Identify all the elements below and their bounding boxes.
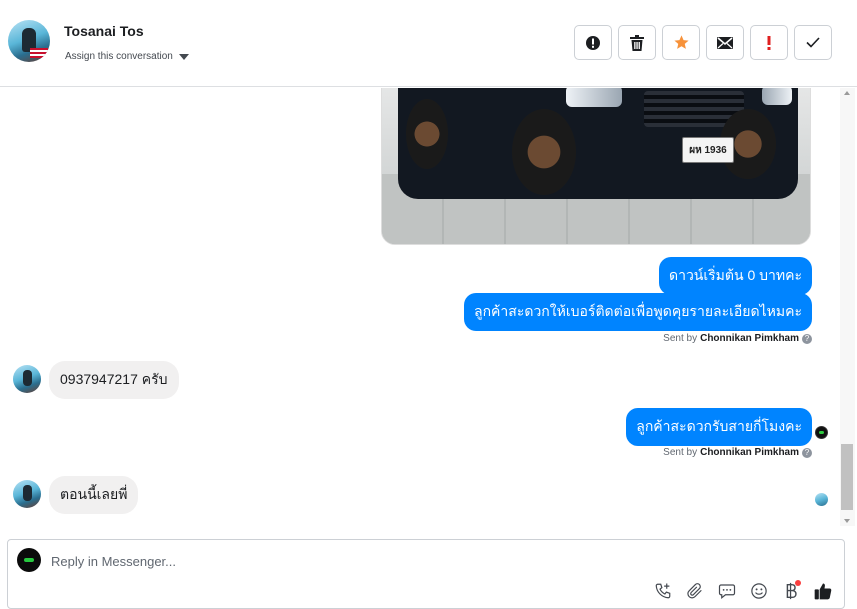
thumbs-up-icon	[814, 583, 832, 600]
reply-composer	[7, 539, 845, 609]
payment-button[interactable]	[780, 580, 802, 602]
contact-seen-avatar	[815, 493, 828, 506]
conversation-actions	[574, 25, 832, 60]
assign-label: Assign this conversation	[65, 51, 173, 62]
saved-reply-icon	[718, 584, 736, 599]
sent-by-name: Chonnikan Pimkham	[700, 333, 799, 344]
notification-dot	[795, 580, 801, 586]
star-icon	[673, 35, 689, 49]
star-button[interactable]	[662, 25, 700, 60]
delete-button[interactable]	[618, 25, 656, 60]
emoji-button[interactable]	[748, 580, 770, 602]
paperclip-icon	[687, 583, 702, 599]
assign-conversation-dropdown[interactable]: Assign this conversation	[65, 51, 189, 62]
attach-button[interactable]	[684, 580, 706, 602]
alert-circle-icon	[586, 35, 600, 50]
emoji-icon	[751, 583, 767, 599]
incoming-message[interactable]: ตอนนี้เลยพี่	[49, 476, 139, 514]
sent-by-prefix: Sent by	[663, 447, 698, 458]
composer-toolbar	[652, 580, 834, 602]
follow-up-button[interactable]	[750, 25, 788, 60]
reply-input[interactable]	[51, 552, 651, 570]
mark-spam-button[interactable]	[574, 25, 612, 60]
scroll-up-icon[interactable]	[844, 91, 850, 95]
outgoing-message[interactable]: ลูกค้าสะดวกให้เบอร์ติดต่อเพื่อพูดคุยรายล…	[464, 293, 812, 331]
sent-by-name: Chonnikan Pimkham	[700, 447, 799, 458]
trash-icon	[630, 34, 644, 51]
contact-name[interactable]: Tosanai Tos	[64, 23, 144, 39]
like-button[interactable]	[812, 580, 834, 602]
outgoing-message[interactable]: ลูกค้าสะดวกรับสายกี่โมงคะ	[626, 408, 812, 446]
license-plate: ผห 1936	[682, 137, 734, 163]
page-avatar	[17, 548, 41, 572]
sent-by-prefix: Sent by	[663, 333, 698, 344]
exclamation-icon	[767, 35, 771, 50]
envelope-icon	[717, 36, 733, 49]
thread-scrollbar[interactable]	[840, 88, 855, 526]
help-icon[interactable]: ?	[802, 333, 812, 344]
sent-by-note: Sent by Chonnikan Pimkham ?	[663, 447, 812, 458]
conversation-header: Tosanai Tos Assign this conversation	[0, 0, 857, 87]
contact-avatar[interactable]	[8, 20, 50, 62]
contact-avatar-small[interactable]	[13, 480, 41, 508]
sent-by-note: Sent by Chonnikan Pimkham ?	[663, 333, 812, 344]
page-seen-avatar	[815, 426, 828, 439]
checkmark-icon	[806, 37, 820, 48]
caret-down-icon	[178, 53, 189, 60]
message-thread: ผห 1936 ดาวน์เริ่มต้น 0 บาทคะ ลูกค้าสะดว…	[0, 88, 838, 526]
call-add-icon	[655, 583, 671, 599]
incoming-message[interactable]: 0937947217 ครับ	[49, 361, 179, 399]
scrollbar-thumb[interactable]	[841, 444, 853, 510]
contact-avatar-small[interactable]	[13, 365, 41, 393]
call-add-button[interactable]	[652, 580, 674, 602]
saved-reply-button[interactable]	[716, 580, 738, 602]
mark-unread-button[interactable]	[706, 25, 744, 60]
vehicle-photo-attachment[interactable]: ผห 1936	[381, 88, 811, 245]
outgoing-message[interactable]: ดาวน์เริ่มต้น 0 บาทคะ	[658, 257, 812, 295]
help-icon[interactable]: ?	[802, 447, 812, 458]
mark-done-button[interactable]	[794, 25, 832, 60]
scroll-down-icon[interactable]	[844, 519, 850, 523]
